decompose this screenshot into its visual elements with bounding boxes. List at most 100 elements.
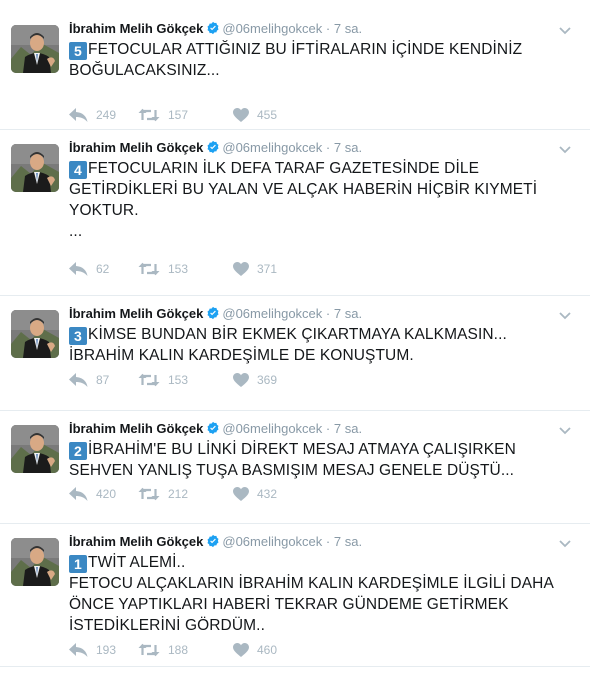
tweet-text-line: ÖNCE YAPTIKLARI HABERİ TEKRAR GÜNDEME GE… bbox=[69, 596, 509, 613]
avatar[interactable] bbox=[11, 144, 59, 192]
like-count: 369 bbox=[257, 373, 278, 387]
tweet-text-line: YOKTUR. bbox=[69, 202, 139, 219]
tweet-text-line: 5 FETOCULAR ATTIĞINIZ BU İFTİRALARIN İÇİN… bbox=[69, 39, 522, 60]
reply-count: 193 bbox=[96, 643, 117, 657]
separator-dot: · bbox=[325, 306, 331, 321]
tweet-text-line: BOĞULACAKSINIZ... bbox=[69, 62, 220, 79]
tweet-text: 2 İBRAHİM'E BU LİNKİ DİREKT MESAJ ATMAYA … bbox=[69, 439, 516, 481]
number-badge: 3 bbox=[69, 327, 87, 345]
tweet-header: İbrahim Melih Gökçek @06melihgokcek · 7 s… bbox=[69, 421, 362, 439]
avatar[interactable] bbox=[11, 425, 59, 473]
heart-icon bbox=[233, 643, 257, 657]
author-handle[interactable]: @06melihgokcek bbox=[222, 21, 322, 36]
tweet-card[interactable]: İbrahim Melih Gökçek @06melihgokcek · 7 s… bbox=[0, 297, 590, 411]
tweet-timestamp[interactable]: 7 sa. bbox=[334, 534, 362, 549]
author-name[interactable]: İbrahim Melih Gökçek bbox=[69, 306, 203, 321]
retweet-count: 153 bbox=[168, 262, 189, 276]
avatar[interactable] bbox=[11, 538, 59, 586]
tweet-text-line: GETİRDİKLERİ BU YALAN VE ALÇAK HABERİN H… bbox=[69, 181, 538, 198]
tweet-text-line: 3 KİMSE BUNDAN BİR EKMEK ÇIKARTMAYA KALKM… bbox=[69, 324, 507, 345]
like-button[interactable]: 371 bbox=[233, 262, 277, 276]
reply-icon bbox=[69, 643, 96, 657]
like-count: 432 bbox=[257, 487, 278, 501]
retweet-count: 188 bbox=[168, 643, 189, 657]
tweet-text-line: İSTEDİKLERİNİ GÖRDÜM.. bbox=[69, 617, 265, 634]
retweet-button[interactable]: 153 bbox=[138, 262, 188, 276]
tweet-text: 4 FETOCULARIN İLK DEFA TARAF GAZETESİNDE … bbox=[69, 158, 537, 242]
avatar[interactable] bbox=[11, 25, 59, 73]
separator-dot: · bbox=[325, 21, 331, 36]
verified-badge-icon bbox=[206, 306, 220, 324]
tweet-header: İbrahim Melih Gökçek @06melihgokcek · 7 s… bbox=[69, 21, 362, 39]
verified-badge-icon bbox=[206, 421, 220, 439]
reply-icon bbox=[69, 373, 96, 387]
author-name[interactable]: İbrahim Melih Gökçek bbox=[69, 21, 203, 36]
tweet-text: 5 FETOCULAR ATTIĞINIZ BU İFTİRALARIN İÇİN… bbox=[69, 39, 522, 81]
like-count: 460 bbox=[257, 643, 278, 657]
author-handle[interactable]: @06melihgokcek bbox=[222, 534, 322, 549]
reply-button[interactable]: 249 bbox=[69, 108, 116, 122]
retweet-icon bbox=[138, 373, 168, 387]
author-handle[interactable]: @06melihgokcek bbox=[222, 140, 322, 155]
avatar[interactable] bbox=[11, 310, 59, 358]
author-handle[interactable]: @06melihgokcek bbox=[222, 421, 322, 436]
retweet-button[interactable]: 153 bbox=[138, 373, 188, 387]
tweet-card[interactable]: İbrahim Melih Gökçek @06melihgokcek · 7 s… bbox=[0, 131, 590, 296]
chevron-down-icon[interactable] bbox=[558, 142, 572, 160]
like-button[interactable]: 455 bbox=[233, 108, 277, 122]
reply-count: 62 bbox=[96, 262, 110, 276]
retweet-button[interactable]: 212 bbox=[138, 487, 188, 501]
reply-icon bbox=[69, 487, 96, 501]
reply-icon bbox=[69, 262, 96, 276]
tweet-timestamp[interactable]: 7 sa. bbox=[334, 21, 362, 36]
tweet-timestamp[interactable]: 7 sa. bbox=[334, 421, 362, 436]
reply-button[interactable]: 193 bbox=[69, 643, 116, 657]
like-button[interactable]: 432 bbox=[233, 487, 277, 501]
reply-button[interactable]: 87 bbox=[69, 373, 109, 387]
reply-button[interactable]: 420 bbox=[69, 487, 116, 501]
author-name[interactable]: İbrahim Melih Gökçek bbox=[69, 421, 203, 436]
tweet-text-line: SEHVEN YANLIŞ TUŞA BASMIŞIM MESAJ GENELE… bbox=[69, 462, 515, 479]
tweet-text-line: ... bbox=[69, 223, 83, 240]
tweet-timestamp[interactable]: 7 sa. bbox=[334, 306, 362, 321]
chevron-down-icon[interactable] bbox=[558, 423, 572, 441]
tweet-timestamp[interactable]: 7 sa. bbox=[334, 140, 362, 155]
retweet-button[interactable]: 157 bbox=[138, 108, 188, 122]
tweet-text-segment: FETOCULARIN İLK DEFA TARAF GAZETESİNDE D… bbox=[88, 160, 480, 177]
like-count: 455 bbox=[257, 108, 278, 122]
tweet-header: İbrahim Melih Gökçek @06melihgokcek · 7 s… bbox=[69, 306, 362, 324]
tweet-card[interactable]: İbrahim Melih Gökçek @06melihgokcek · 7 s… bbox=[0, 412, 590, 524]
like-button[interactable]: 460 bbox=[233, 643, 277, 657]
number-badge: 5 bbox=[69, 42, 87, 60]
chevron-down-icon[interactable] bbox=[558, 536, 572, 554]
reply-button[interactable]: 62 bbox=[69, 262, 109, 276]
verified-badge-icon bbox=[206, 534, 220, 552]
tweet-text-segment: KİMSE BUNDAN BİR EKMEK ÇIKARTMAYA KALKMA… bbox=[88, 326, 507, 343]
retweet-button[interactable]: 188 bbox=[138, 643, 188, 657]
reply-count: 249 bbox=[96, 108, 117, 122]
author-name[interactable]: İbrahim Melih Gökçek bbox=[69, 140, 203, 155]
tweet-text-segment: İBRAHİM'E BU LİNKİ DİREKT MESAJ ATMAYA Ç… bbox=[88, 441, 516, 458]
like-button[interactable]: 369 bbox=[233, 373, 277, 387]
tweet-text-line: 4 FETOCULARIN İLK DEFA TARAF GAZETESİNDE … bbox=[69, 158, 537, 179]
tweet-card[interactable]: İbrahim Melih Gökçek @06melihgokcek · 7 s… bbox=[0, 525, 590, 667]
tweet-text-line: İBRAHİM KALIN KARDEŞİMLE DE KONUŞTUM. bbox=[69, 347, 414, 364]
reply-icon bbox=[69, 108, 96, 122]
verified-badge-icon bbox=[206, 140, 220, 158]
tweet-text-line: 2 İBRAHİM'E BU LİNKİ DİREKT MESAJ ATMAYA … bbox=[69, 439, 516, 460]
tweet-text-segment: TWİT ALEMİ.. bbox=[88, 554, 186, 571]
like-count: 371 bbox=[257, 262, 278, 276]
retweet-icon bbox=[138, 487, 168, 501]
chevron-down-icon[interactable] bbox=[558, 23, 572, 41]
tweet-text-line: 1 TWİT ALEMİ.. bbox=[69, 552, 554, 573]
tweet-card[interactable]: İbrahim Melih Gökçek @06melihgokcek · 7 s… bbox=[0, 12, 590, 130]
reply-count: 87 bbox=[96, 373, 110, 387]
retweet-icon bbox=[138, 643, 168, 657]
number-badge: 4 bbox=[69, 161, 87, 179]
author-name[interactable]: İbrahim Melih Gökçek bbox=[69, 534, 203, 549]
author-handle[interactable]: @06melihgokcek bbox=[222, 306, 322, 321]
separator-dot: · bbox=[325, 140, 331, 155]
chevron-down-icon[interactable] bbox=[558, 308, 572, 326]
reply-count: 420 bbox=[96, 487, 117, 501]
tweet-text-line: FETOCU ALÇAKLARIN İBRAHİM KALIN KARDEŞİM… bbox=[69, 575, 554, 592]
